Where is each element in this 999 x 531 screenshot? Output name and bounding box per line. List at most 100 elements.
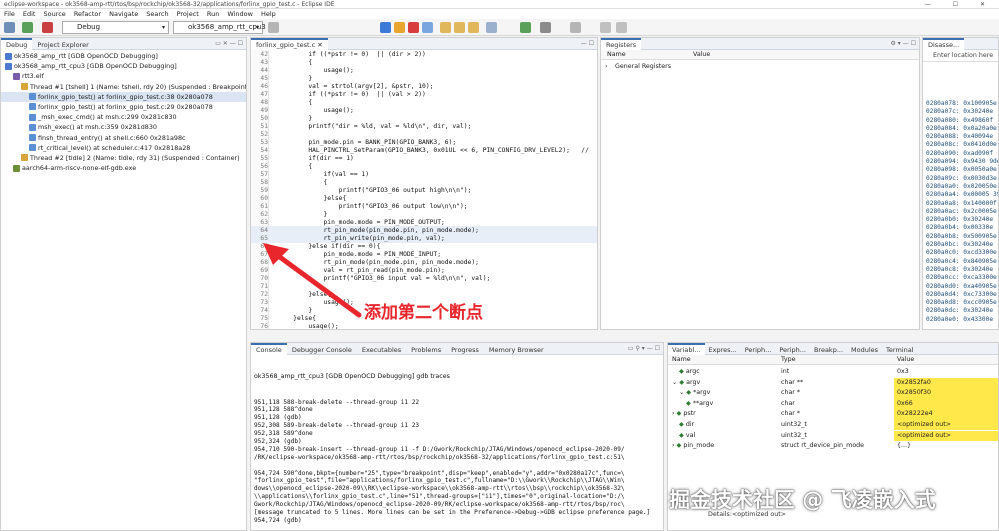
disasm-row[interactable]: 0280a0d8: 0xcc0905e	[923, 299, 998, 307]
disasm-row[interactable]: 0280a090: 0xad090f	[923, 150, 998, 158]
expand-toggle[interactable]: ›	[672, 442, 675, 449]
debug-tree-item[interactable]: Thread #1 [tshell] 1 (Name: tshell, rdy …	[1, 82, 246, 92]
disasm-row[interactable]: 0280a0a8: 0x140000f	[923, 200, 998, 208]
disasm-row[interactable]: 0280a09c: 0x0030d3e	[923, 175, 998, 183]
disasm-row[interactable]: 0280a084: 0x0a20a0e	[923, 125, 998, 133]
launch-config-select[interactable]: ok3568_amp_rtt_cpu3 ▾	[173, 21, 266, 34]
tab-editor-file[interactable]: forlinx_gpio_test.c ✕	[251, 38, 328, 50]
console-output[interactable]: ok3568_amp_rtt_cpu3 [GDB OpenOCD Debuggi…	[251, 355, 663, 530]
tab-variables[interactable]: Variabl...	[668, 343, 705, 355]
external-tools-icon[interactable]	[540, 22, 551, 33]
disasm-row[interactable]: 0280a078: 0x100905e	[923, 100, 998, 108]
disasm-row[interactable]: 0280a0c4: 0x840905e	[923, 258, 998, 266]
disasm-row[interactable]: 0280a098: 0x0050a0e	[923, 166, 998, 174]
variable-value[interactable]: 0x66	[894, 398, 998, 410]
col-var-name[interactable]: Name	[672, 355, 691, 365]
settings-icon[interactable]	[268, 22, 279, 33]
step-return-icon[interactable]	[468, 22, 479, 33]
menu-run[interactable]: Run	[203, 10, 223, 18]
disasm-row[interactable]: 0280a0b0: 0x30240e	[923, 216, 998, 224]
menu-refactor[interactable]: Refactor	[70, 10, 105, 18]
variable-value[interactable]: 0x3	[894, 367, 998, 377]
disasm-row[interactable]: 0280a0c0: 0xcd3300e	[923, 249, 998, 257]
disasm-row[interactable]: 0280a094: 0x9430 9de	[923, 158, 998, 166]
menu-project[interactable]: Project	[173, 10, 203, 18]
registers-toolbar[interactable]: ⚙ ▾ — ☐	[891, 38, 917, 50]
variable-row[interactable]: ◆ argc int 0x3	[668, 367, 998, 377]
variable-row[interactable]: ◆ dir uint32_t <optimized out>	[668, 420, 998, 431]
tab-debug[interactable]: Debug	[1, 38, 33, 50]
debug-tree-item[interactable]: aarch64-arm-riscv-none-elf-gdb.exe	[1, 163, 246, 173]
stop-icon[interactable]	[42, 22, 53, 33]
menu-file[interactable]: File	[0, 10, 19, 18]
disasm-row[interactable]: 0280a08c: 0x0410d0e	[923, 141, 998, 149]
view-menu-icon[interactable]: ▭ ✕ — ☐	[215, 38, 243, 50]
variable-row[interactable]: ⌄ ◆ *argv char * 0x2850f30	[668, 388, 998, 399]
variable-value[interactable]: <optimized out>	[894, 430, 998, 441]
disasm-row[interactable]: 0280a080: 0x49860f	[923, 117, 998, 125]
debug-tree-item[interactable]: finsh_thread_entry() at shell.c:660 0x28…	[1, 133, 246, 143]
disasm-row[interactable]: 0280a0e0: 0x43300e	[923, 316, 998, 324]
disasm-row[interactable]: 0280a0d4: 0xc73300e	[923, 291, 998, 299]
menu-help[interactable]: Help	[257, 10, 280, 18]
variable-row[interactable]: › ◆ pstr char * 0x28222e4	[668, 409, 998, 420]
suspend-icon[interactable]	[394, 22, 405, 33]
variable-row[interactable]: ⌄ ◆ argv char ** 0x2852fa0	[668, 377, 998, 388]
debug-tree-item[interactable]: ok3568_amp_rtt [GDB OpenOCD Debugging]	[1, 51, 246, 61]
col-value[interactable]: Value	[693, 50, 710, 60]
disasm-row[interactable]: 0280a0dc: 0x30240e	[923, 307, 998, 315]
location-input[interactable]: Enter location here	[923, 50, 998, 62]
expand-icon[interactable]: ›	[605, 62, 608, 72]
editor-controls[interactable]: — ☐	[581, 38, 594, 50]
debug-tree-item[interactable]: ok3568_amp_rtt_cpu3 [GDB OpenOCD Debuggi…	[1, 61, 246, 71]
new-icon[interactable]	[4, 22, 15, 33]
col-var-type[interactable]: Type	[781, 355, 795, 365]
variable-value[interactable]: 0x2852fa0	[894, 377, 998, 388]
instruction-step-icon[interactable]	[486, 22, 497, 33]
disconnect-icon[interactable]	[422, 22, 433, 33]
menu-search[interactable]: Search	[142, 10, 172, 18]
disasm-row[interactable]: 0280a0a0: 0x020050e	[923, 183, 998, 191]
search-icon[interactable]	[570, 22, 581, 33]
disasm-row[interactable]: 0280a0ac: 0x2c0005e	[923, 208, 998, 216]
debug-tree-item[interactable]: forlinx_gpio_test() at forlinx_gpio_test…	[1, 91, 246, 102]
menu-source[interactable]: Source	[39, 10, 69, 18]
tab-registers[interactable]: Registers	[601, 38, 642, 50]
tab-console[interactable]: Console	[251, 343, 287, 355]
debug-tree-item[interactable]: Thread #2 [tidle] 2 (Name: tidle, rdy 31…	[1, 153, 246, 163]
disasm-row[interactable]: 0280a0b4: 0x00330e	[923, 224, 998, 232]
debug-tree-item[interactable]: _msh_exec_cmd() at msh.c:299 0x281c830	[1, 112, 246, 122]
disasm-row[interactable]: 0280a0d0: 0xa40905e	[923, 283, 998, 291]
console-toolbar[interactable]: ▭ ⚲ ▾ — ☐	[628, 343, 660, 355]
expand-toggle[interactable]: ›	[672, 410, 675, 417]
disasm-row[interactable]: 0280a07c: 0x30240e	[923, 108, 998, 116]
step-over-icon[interactable]	[454, 22, 465, 33]
variable-value[interactable]: <optimized out>	[894, 420, 998, 431]
terminate-icon[interactable]	[408, 22, 419, 33]
register-group[interactable]: › General Registers	[601, 62, 919, 72]
run-icon[interactable]	[520, 22, 531, 33]
col-var-value[interactable]: Value	[897, 355, 914, 365]
disasm-row[interactable]: 0280a0cc: 0xca3300e	[923, 274, 998, 282]
mode-select[interactable]: Debug ▾	[62, 21, 169, 34]
debug-launch-icon[interactable]	[22, 22, 33, 33]
expand-toggle[interactable]: ⌄	[679, 389, 684, 396]
variable-value[interactable]: 0x2850f30	[894, 388, 998, 399]
tab-disassembly[interactable]: Disasse...	[923, 38, 965, 50]
variable-value[interactable]: {...}	[894, 441, 998, 451]
nav-forward-icon[interactable]	[616, 22, 627, 33]
window-controls[interactable]: — ☐ ✕	[925, 0, 995, 8]
disasm-row[interactable]: 0280a0a4: 0x00005 39	[923, 191, 998, 199]
debug-tree-item[interactable]: rtt3.elf	[1, 71, 246, 81]
debug-tree-item[interactable]: rt_critical_level() at scheduler.c:417 0…	[1, 143, 246, 153]
disasm-row[interactable]: 0280a088: 0x40094e	[923, 133, 998, 141]
disasm-row[interactable]: 0280a0b8: 0x500905e	[923, 233, 998, 241]
variable-row[interactable]: › ◆ pin_mode struct rt_device_pin_mode {..…	[668, 441, 998, 451]
variable-row[interactable]: ◆ val uint32_t <optimized out>	[668, 430, 998, 441]
col-name[interactable]: Name	[607, 50, 626, 60]
disasm-row[interactable]: 0280a0bc: 0x30240e	[923, 241, 998, 249]
tab-project-explorer[interactable]: Project Explorer	[32, 39, 93, 51]
debug-tree-item[interactable]: msh_exec() at msh.c:359 0x281d830	[1, 122, 246, 132]
step-into-icon[interactable]	[440, 22, 451, 33]
nav-back-icon[interactable]	[600, 22, 611, 33]
